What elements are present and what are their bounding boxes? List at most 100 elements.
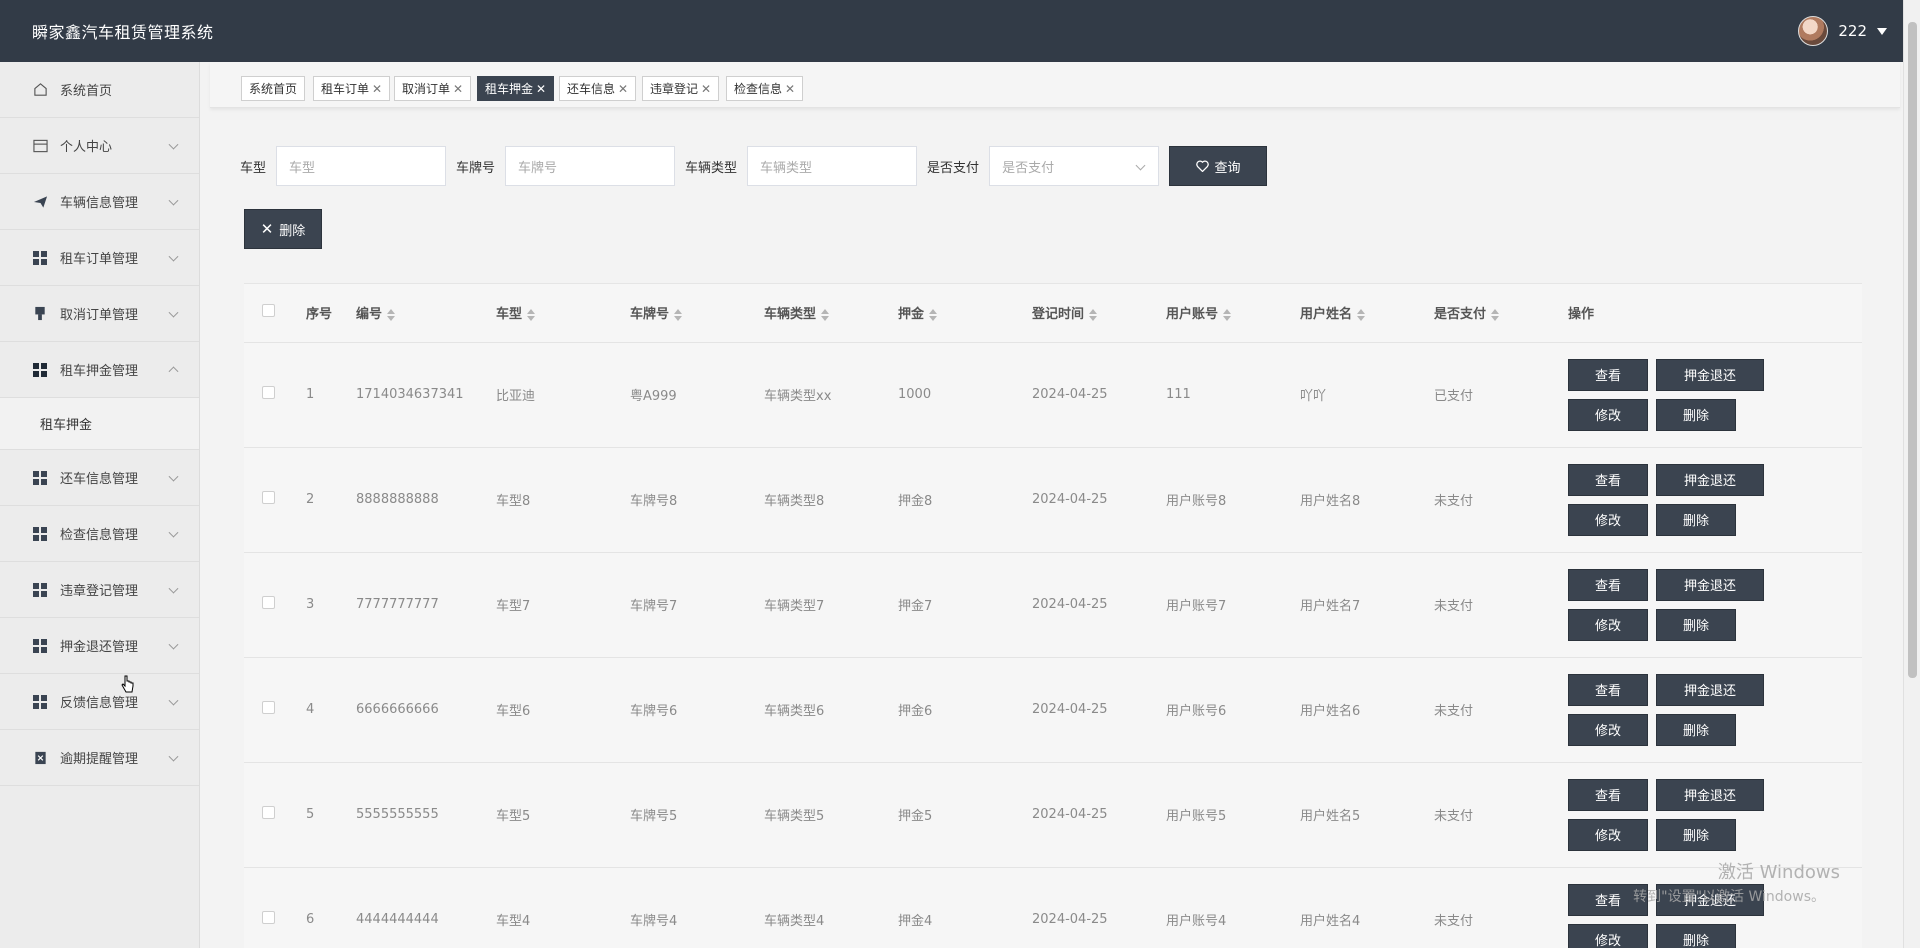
sidebar-item-6[interactable]: 还车信息管理 <box>0 450 199 506</box>
column-header[interactable]: 车辆类型 <box>764 284 898 343</box>
close-icon[interactable]: ✕ <box>536 82 546 96</box>
refund-deposit-button[interactable]: 押金退还 <box>1656 463 1764 496</box>
row-checkbox[interactable] <box>262 806 275 819</box>
avatar[interactable] <box>1798 16 1829 46</box>
edit-button[interactable]: 修改 <box>1568 503 1648 536</box>
page-scrollbar[interactable] <box>1903 0 1920 948</box>
sidebar-item-9[interactable]: 押金退还管理 <box>0 618 199 674</box>
table-cell: 2024-04-25 <box>1032 447 1166 553</box>
vehicle-type-input[interactable]: 车辆类型 <box>747 146 918 186</box>
sidebar-item-11[interactable]: 逾期提醒管理 <box>0 730 199 786</box>
edit-button[interactable]: 修改 <box>1568 608 1648 641</box>
refund-deposit-button[interactable]: 押金退还 <box>1656 778 1764 811</box>
close-icon[interactable]: ✕ <box>785 82 795 96</box>
edit-button[interactable]: 修改 <box>1568 398 1648 431</box>
column-header[interactable]: 用户账号 <box>1166 284 1300 343</box>
column-header[interactable]: 车型 <box>496 284 630 343</box>
tab-3[interactable]: 租车押金 ✕ <box>477 76 555 101</box>
paid-select[interactable]: 是否支付 <box>989 146 1160 186</box>
column-header[interactable]: 登记时间 <box>1032 284 1166 343</box>
sidebar-item-4[interactable]: 取消订单管理 <box>0 286 199 342</box>
scrollbar-thumb[interactable] <box>1908 22 1917 678</box>
sort-icon[interactable] <box>674 308 683 321</box>
query-button[interactable]: 查询 <box>1169 146 1268 186</box>
delete-button[interactable]: 删除 <box>1656 923 1736 948</box>
row-checkbox[interactable] <box>262 701 275 714</box>
close-icon[interactable]: ✕ <box>618 82 628 96</box>
tab-4[interactable]: 还车信息 ✕ <box>559 76 637 101</box>
refund-deposit-button[interactable]: 押金退还 <box>1656 673 1764 706</box>
sort-icon[interactable] <box>1089 308 1098 321</box>
sidebar-item-0[interactable]: 系统首页 <box>0 62 199 118</box>
column-header[interactable]: 车牌号 <box>630 284 764 343</box>
refund-deposit-button[interactable]: 押金退还 <box>1656 568 1764 601</box>
batch-delete-button[interactable]: ✕ 删除 <box>244 209 322 249</box>
table-cell: 用户姓名4 <box>1300 867 1434 948</box>
row-checkbox[interactable] <box>262 596 275 609</box>
edit-button[interactable]: 修改 <box>1568 818 1648 851</box>
sort-icon[interactable] <box>387 308 396 321</box>
table-cell: 已支付 <box>1434 342 1568 448</box>
sidebar-item-1[interactable]: 个人中心 <box>0 118 199 174</box>
edit-button[interactable]: 修改 <box>1568 713 1648 746</box>
row-checkbox[interactable] <box>262 911 275 924</box>
close-icon[interactable]: ✕ <box>701 82 711 96</box>
search-form: 车型 车型 车牌号 车牌号 车辆类型 车辆类型 是否支付 是否支付 查询 <box>240 146 1268 186</box>
column-header[interactable]: 用户姓名 <box>1300 284 1434 343</box>
sort-icon[interactable] <box>527 308 536 321</box>
table-cell: 未支付 <box>1434 867 1568 948</box>
table-cell: 未支付 <box>1434 762 1568 868</box>
sidebar-item-10[interactable]: 反馈信息管理 <box>0 674 199 730</box>
tab-0[interactable]: 系统首页 <box>241 76 306 101</box>
sidebar-item-7[interactable]: 检查信息管理 <box>0 506 199 562</box>
select-all-checkbox[interactable] <box>262 304 275 318</box>
close-icon[interactable]: ✕ <box>453 82 463 96</box>
edit-button[interactable]: 修改 <box>1568 923 1648 948</box>
tab-6[interactable]: 检查信息 ✕ <box>726 76 804 101</box>
column-header[interactable]: 押金 <box>898 284 1032 343</box>
sort-icon[interactable] <box>821 308 830 321</box>
plate-input[interactable]: 车牌号 <box>505 146 676 186</box>
sort-icon[interactable] <box>1491 308 1500 321</box>
delete-button[interactable]: 删除 <box>1656 818 1736 851</box>
sidebar-item-5[interactable]: 租车押金管理 <box>0 342 199 398</box>
chevron-icon <box>168 307 179 318</box>
username[interactable]: 222 <box>1838 22 1867 40</box>
column-header[interactable]: 是否支付 <box>1434 284 1568 343</box>
view-button[interactable]: 查看 <box>1568 778 1648 811</box>
row-checkbox[interactable] <box>262 491 275 504</box>
table-cell: 押金5 <box>898 762 1032 868</box>
refund-deposit-button[interactable]: 押金退还 <box>1656 358 1764 391</box>
tab-2[interactable]: 取消订单 ✕ <box>394 76 472 101</box>
view-button[interactable]: 查看 <box>1568 463 1648 496</box>
caret-down-icon[interactable] <box>1877 27 1887 35</box>
sidebar-item-3[interactable]: 租车订单管理 <box>0 230 199 286</box>
grid-icon <box>32 582 48 598</box>
sidebar-item-2[interactable]: 车辆信息管理 <box>0 174 199 230</box>
table-cell: 3 <box>306 552 356 658</box>
close-icon[interactable]: ✕ <box>372 82 382 96</box>
model-input[interactable]: 车型 <box>276 146 447 186</box>
delete-button[interactable]: 删除 <box>1656 503 1736 536</box>
sidebar-item-8[interactable]: 违章登记管理 <box>0 562 199 618</box>
view-button[interactable]: 查看 <box>1568 673 1648 706</box>
sidebar-item-label: 租车订单管理 <box>60 252 139 267</box>
tab-1[interactable]: 租车订单 ✕ <box>313 76 391 101</box>
submenu-item-deposit[interactable]: 租车押金 <box>0 398 199 450</box>
tab-5[interactable]: 违章登记 ✕ <box>642 76 720 101</box>
sort-icon[interactable] <box>1223 308 1232 321</box>
column-header[interactable]: 编号 <box>356 284 496 343</box>
chevron-icon <box>168 365 179 376</box>
sort-icon[interactable] <box>929 308 938 321</box>
sidebar-item-label: 还车信息管理 <box>60 472 139 487</box>
view-button[interactable]: 查看 <box>1568 568 1648 601</box>
delete-button[interactable]: 删除 <box>1656 713 1736 746</box>
user-menu[interactable]: 222 <box>1798 16 1887 46</box>
sort-icon[interactable] <box>1357 308 1366 321</box>
table-cell: 比亚迪 <box>496 342 630 448</box>
close-icon: ✕ <box>260 220 274 238</box>
row-checkbox[interactable] <box>262 386 275 399</box>
view-button[interactable]: 查看 <box>1568 358 1648 391</box>
delete-button[interactable]: 删除 <box>1656 608 1736 641</box>
delete-button[interactable]: 删除 <box>1656 398 1736 431</box>
